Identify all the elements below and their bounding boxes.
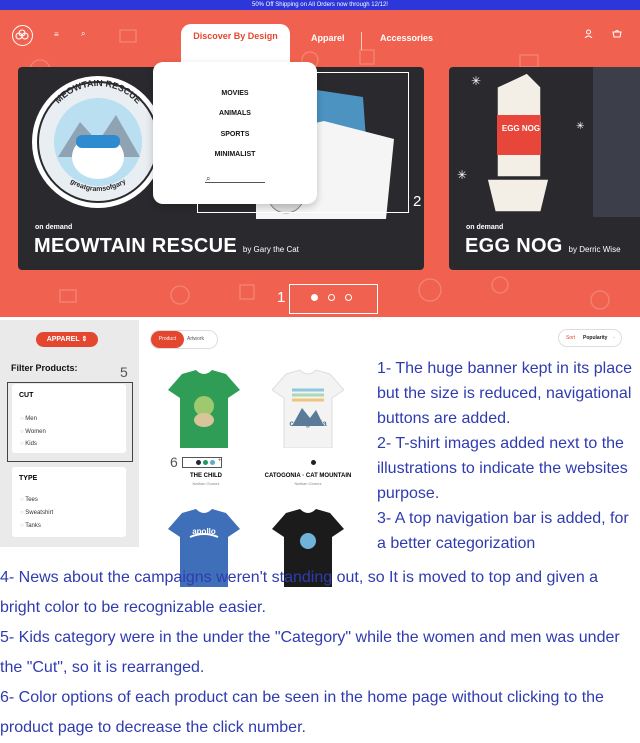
filter-option-tees[interactable]: Tees	[20, 497, 38, 503]
promo-bar: 50% Off Shipping on All Orders now throu…	[0, 0, 640, 10]
svg-text:greatgramsofgary: greatgramsofgary	[69, 178, 127, 193]
toggle-product[interactable]: Product	[151, 331, 184, 348]
annotation-notes-bottom: 4- News about the campaigns weren't stan…	[0, 563, 640, 743]
banner-card-egg-nog[interactable]: ✳ ✳ ✳ EGG NOG on demand EGG NOG by Derric …	[449, 67, 640, 270]
hero-banner: ≡ ⌕ Discover By Design Apparel Accessori…	[0, 10, 640, 317]
svg-text:✳: ✳	[457, 168, 467, 182]
category-dropdown-button[interactable]: APPAREL ⇕	[36, 332, 98, 347]
annotation-number-1: 1	[277, 289, 286, 306]
note-1: 1- The huge banner kept in its place but…	[377, 360, 632, 427]
filter-group-title: TYPE	[19, 475, 38, 482]
annotation-outline-swatches	[182, 457, 222, 468]
annotation-notes-right: 1- The huge banner kept in its place but…	[377, 356, 640, 556]
meowtain-badge-text: MEOWTAIN RESCUE	[53, 80, 144, 105]
nav-divider	[361, 32, 362, 50]
color-swatch[interactable]	[196, 460, 201, 465]
carton-label: EGG NOG	[501, 124, 541, 133]
annotation-number-2: 2	[413, 193, 422, 210]
annotation-outline-cut	[7, 382, 133, 462]
annotation-number-5: 5	[120, 364, 128, 380]
product-artist: Nathan Gomez	[294, 481, 322, 486]
tab-discover-by-design[interactable]: Discover By Design	[181, 24, 290, 67]
product-name[interactable]: CATOGONIA · CAT MOUNTAIN	[258, 473, 358, 479]
tab-accessories[interactable]: Accessories	[380, 33, 433, 43]
card-tag: on demand	[35, 224, 73, 231]
card-title: EGG NOG by Derric Wise	[465, 235, 621, 257]
chevron-down-icon: ⌄	[612, 334, 617, 340]
filter-group-type: TYPE Tees Sweatshirt Tanks	[12, 467, 126, 537]
product-image-the-child[interactable]	[168, 368, 240, 448]
note-6: 6- Color options of each product can be …	[0, 689, 604, 736]
card-title: MEOWTAIN RESCUE by Gary the Cat	[34, 235, 299, 257]
meowtain-badge-handle: greatgramsofgary	[69, 178, 127, 193]
svg-text:✳: ✳	[471, 74, 481, 88]
color-swatch[interactable]	[203, 460, 208, 465]
toggle-artwork[interactable]: Artwork	[187, 331, 204, 348]
sort-label: Sort	[566, 335, 576, 341]
svg-text:MEOWTAIN RESCUE: MEOWTAIN RESCUE	[53, 80, 144, 105]
color-swatch[interactable]	[210, 460, 215, 465]
note-2: 2- T-shirt images added next to the illu…	[377, 435, 628, 502]
tab-apparel[interactable]: Apparel	[311, 33, 345, 43]
cart-icon[interactable]	[612, 29, 622, 40]
note-5: 5- Kids category were in the under the "…	[0, 629, 620, 676]
annotation-number-6: 6	[170, 454, 178, 470]
product-artist: Nathan Gomez	[192, 481, 220, 486]
filter-title: Filter Products:	[11, 363, 78, 373]
carousel-dot-3[interactable]	[345, 294, 352, 301]
logo-icon[interactable]	[12, 25, 33, 46]
filter-option-tanks[interactable]: Tanks	[20, 523, 41, 529]
product-artwork-toggle[interactable]: Product Artwork	[151, 331, 217, 348]
svg-text:✳: ✳	[576, 121, 584, 132]
menu-icon[interactable]: ≡	[54, 30, 59, 39]
carousel-dot-2[interactable]	[328, 294, 335, 301]
more-colors-icon[interactable]: +	[218, 458, 222, 464]
user-icon[interactable]	[584, 29, 593, 40]
note-3: 3- A top navigation bar is added, for a …	[377, 510, 629, 552]
carousel-dot-1[interactable]	[311, 294, 318, 301]
annotation-outline-tshirts	[197, 72, 409, 213]
note-4: 4- News about the campaigns weren't stan…	[0, 569, 599, 616]
card-tag: on demand	[466, 224, 504, 231]
color-swatch[interactable]	[311, 460, 316, 465]
search-icon[interactable]: ⌕	[81, 29, 85, 39]
apollo-shirt-text: apollo	[192, 527, 216, 536]
sort-value: Popularity	[583, 335, 608, 341]
product-name[interactable]: THE CHILD	[156, 473, 256, 479]
catagonia-shirt-text: catagonia	[289, 419, 327, 428]
filter-option-sweatshirt[interactable]: Sweatshirt	[20, 510, 53, 516]
sort-dropdown[interactable]: Sort Popularity ⌄	[559, 330, 621, 346]
product-image-catagonia[interactable]	[272, 368, 344, 448]
